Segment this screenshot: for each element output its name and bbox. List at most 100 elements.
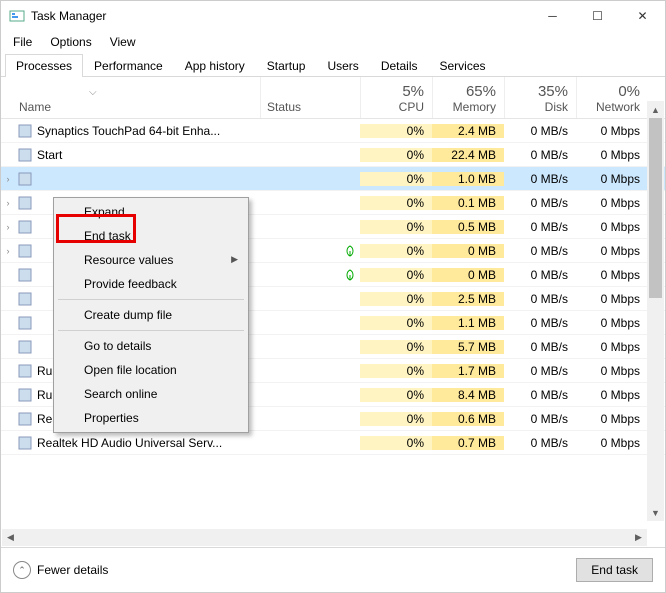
menu-view[interactable]: View	[102, 33, 144, 51]
cpu-cell: 0%	[360, 124, 432, 138]
process-icon	[17, 243, 33, 259]
tab-strip: Processes Performance App history Startu…	[1, 53, 665, 77]
menu-resource-values[interactable]: Resource values▶	[56, 248, 246, 272]
process-icon	[17, 411, 33, 427]
menu-open-location[interactable]: Open file location	[56, 358, 246, 382]
process-icon	[17, 147, 33, 163]
expand-icon[interactable]: ›	[1, 222, 15, 232]
tab-startup[interactable]: Startup	[256, 54, 317, 77]
cpu-cell: 0%	[360, 148, 432, 162]
menu-properties[interactable]: Properties	[56, 406, 246, 430]
menu-search-online[interactable]: Search online	[56, 382, 246, 406]
process-icon	[17, 315, 33, 331]
network-cell: 0 Mbps	[576, 268, 648, 282]
tab-app-history[interactable]: App history	[174, 54, 256, 77]
header-name[interactable]: Name ⌵	[1, 77, 260, 118]
disk-cell: 0 MB/s	[504, 268, 576, 282]
scroll-up-icon[interactable]: ▲	[647, 101, 664, 118]
network-cell: 0 Mbps	[576, 196, 648, 210]
memory-cell: 0.5 MB	[432, 220, 504, 234]
menu-file[interactable]: File	[5, 33, 40, 51]
table-row[interactable]: Synaptics TouchPad 64-bit Enha...0%2.4 M…	[1, 119, 665, 143]
title-bar: Task Manager ─ ☐ ✕	[1, 1, 665, 31]
cpu-cell: 0%	[360, 412, 432, 426]
disk-cell: 0 MB/s	[504, 388, 576, 402]
cpu-cell: 0%	[360, 316, 432, 330]
table-row[interactable]: Realtek HD Audio Universal Serv...0%0.7 …	[1, 431, 665, 455]
process-icon	[17, 363, 33, 379]
network-cell: 0 Mbps	[576, 148, 648, 162]
horizontal-scrollbar[interactable]: ◀ ▶	[2, 529, 647, 546]
maximize-button[interactable]: ☐	[575, 1, 620, 31]
tab-details[interactable]: Details	[370, 54, 429, 77]
cpu-cell: 0%	[360, 196, 432, 210]
cpu-cell: 0%	[360, 268, 432, 282]
memory-cell: 0.6 MB	[432, 412, 504, 426]
network-cell: 0 Mbps	[576, 244, 648, 258]
leaf-icon	[344, 245, 356, 257]
memory-cell: 0 MB	[432, 268, 504, 282]
menu-go-to-details[interactable]: Go to details	[56, 334, 246, 358]
network-cell: 0 Mbps	[576, 412, 648, 426]
tab-performance[interactable]: Performance	[83, 54, 174, 77]
menu-separator	[58, 330, 244, 331]
menu-create-dump[interactable]: Create dump file	[56, 303, 246, 327]
memory-cell: 1.0 MB	[432, 172, 504, 186]
header-memory[interactable]: 65%Memory	[432, 77, 504, 118]
cpu-cell: 0%	[360, 340, 432, 354]
network-cell: 0 Mbps	[576, 316, 648, 330]
fewer-details-button[interactable]: ⌃ Fewer details	[13, 561, 576, 579]
tab-users[interactable]: Users	[316, 54, 369, 77]
scroll-right-icon[interactable]: ▶	[630, 529, 647, 546]
memory-cell: 5.7 MB	[432, 340, 504, 354]
tab-processes[interactable]: Processes	[5, 54, 83, 77]
close-button[interactable]: ✕	[620, 1, 665, 31]
vertical-scrollbar[interactable]: ▲ ▼	[647, 101, 664, 521]
leaf-icon	[344, 269, 356, 281]
scroll-left-icon[interactable]: ◀	[2, 529, 19, 546]
disk-cell: 0 MB/s	[504, 292, 576, 306]
scroll-thumb[interactable]	[649, 118, 662, 298]
end-task-button[interactable]: End task	[576, 558, 653, 582]
menu-separator	[58, 299, 244, 300]
expand-icon[interactable]: ›	[1, 198, 15, 208]
process-name: Realtek HD Audio Universal Serv...	[15, 435, 260, 451]
process-icon	[17, 291, 33, 307]
menu-options[interactable]: Options	[42, 33, 99, 51]
expand-icon[interactable]: ›	[1, 174, 15, 184]
process-icon	[17, 267, 33, 283]
network-cell: 0 Mbps	[576, 340, 648, 354]
menu-expand[interactable]: Expand	[56, 200, 246, 224]
process-status	[260, 245, 360, 257]
context-menu: Expand End task Resource values▶ Provide…	[53, 197, 249, 433]
minimize-button[interactable]: ─	[530, 1, 575, 31]
disk-cell: 0 MB/s	[504, 412, 576, 426]
header-disk[interactable]: 35%Disk	[504, 77, 576, 118]
disk-cell: 0 MB/s	[504, 172, 576, 186]
header-cpu[interactable]: 5%CPU	[360, 77, 432, 118]
network-cell: 0 Mbps	[576, 364, 648, 378]
expand-icon[interactable]: ›	[1, 246, 15, 256]
tab-services[interactable]: Services	[429, 54, 497, 77]
disk-cell: 0 MB/s	[504, 124, 576, 138]
network-cell: 0 Mbps	[576, 292, 648, 306]
cpu-cell: 0%	[360, 364, 432, 378]
table-row[interactable]: Start0%22.4 MB0 MB/s0 Mbps	[1, 143, 665, 167]
network-cell: 0 Mbps	[576, 172, 648, 186]
cpu-cell: 0%	[360, 244, 432, 258]
process-icon	[17, 123, 33, 139]
column-headers: Name ⌵ Status 5%CPU 65%Memory 35%Disk 0%…	[1, 77, 665, 119]
header-status[interactable]: Status	[260, 77, 360, 118]
process-name: Start	[15, 147, 260, 163]
menu-bar: File Options View	[1, 31, 665, 53]
process-icon	[17, 219, 33, 235]
header-network[interactable]: 0%Network	[576, 77, 648, 118]
process-icon	[17, 171, 33, 187]
disk-cell: 0 MB/s	[504, 340, 576, 354]
scroll-down-icon[interactable]: ▼	[647, 504, 664, 521]
memory-cell: 2.5 MB	[432, 292, 504, 306]
cpu-cell: 0%	[360, 436, 432, 450]
table-row[interactable]: ›0%1.0 MB0 MB/s0 Mbps	[1, 167, 665, 191]
menu-end-task[interactable]: End task	[56, 224, 246, 248]
menu-provide-feedback[interactable]: Provide feedback	[56, 272, 246, 296]
